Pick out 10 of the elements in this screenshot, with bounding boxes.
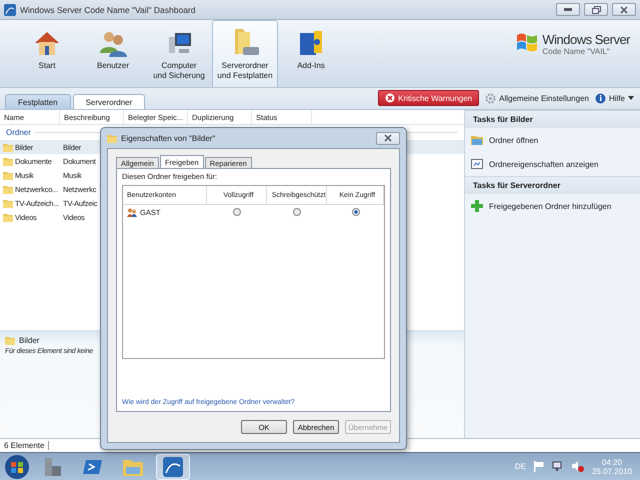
window-title: Windows Server Code Name "Vail" Dashboard — [20, 4, 196, 14]
clock-date: 25.07.2010 — [592, 466, 632, 476]
logo-title: Windows Server — [542, 32, 630, 47]
logo-subtitle: Code Name "VAIL" — [542, 47, 611, 56]
task-section-header: Tasks für Serverordner — [465, 176, 640, 194]
dialog-title: Eigenschaften von "Bilder" — [121, 134, 216, 142]
group-label: Ordner — [6, 128, 31, 137]
clock-time: 04:20 — [602, 458, 622, 466]
task-section-header: Tasks für Bilder — [465, 110, 640, 128]
status-text: 6 Elemente — [0, 441, 50, 450]
